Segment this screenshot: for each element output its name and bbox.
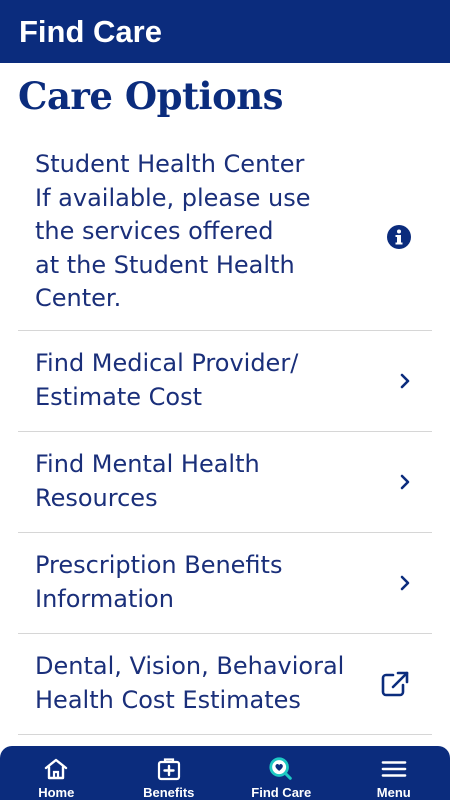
prescription-benefits-item[interactable]: Prescription Benefits Information bbox=[18, 533, 432, 634]
item-label: Dental, Vision, Behavioral Health Cost E… bbox=[35, 652, 345, 714]
item-label: Prescription Benefits Information bbox=[35, 551, 283, 613]
dental-vision-behavioral-item[interactable]: Dental, Vision, Behavioral Health Cost E… bbox=[18, 634, 432, 735]
nav-benefits[interactable]: Benefits bbox=[113, 746, 226, 800]
student-health-center-item[interactable]: Student Health Center If available, plea… bbox=[18, 144, 432, 331]
item-label: Find Medical Provider/ Estimate Cost bbox=[35, 349, 299, 411]
external-link-icon bbox=[380, 670, 410, 698]
nav-find-care[interactable]: Find Care bbox=[225, 746, 338, 800]
find-mental-health-item[interactable]: Find Mental Health Resources bbox=[18, 432, 432, 533]
top-app-bar: Find Care bbox=[0, 0, 450, 63]
app-screen: Find Care Care Options Student Health Ce… bbox=[0, 0, 450, 800]
medical-kit-icon bbox=[156, 756, 182, 782]
nav-label: Benefits bbox=[143, 785, 195, 800]
screen-title: Find Care bbox=[19, 13, 162, 49]
care-options-list: Student Health Center If available, plea… bbox=[18, 144, 432, 735]
hamburger-menu-icon bbox=[381, 756, 407, 782]
search-heart-icon bbox=[268, 756, 294, 782]
chevron-right-icon bbox=[398, 474, 412, 490]
nav-label: Home bbox=[38, 785, 75, 800]
bottom-navigation: Home Benefits Find Care Menu bbox=[0, 746, 450, 800]
nav-label: Menu bbox=[376, 785, 411, 800]
nav-home[interactable]: Home bbox=[0, 746, 113, 800]
section-title: Care Options bbox=[18, 74, 284, 118]
info-icon[interactable] bbox=[386, 224, 412, 250]
home-icon bbox=[43, 756, 69, 782]
item-label: Student Health Center If available, plea… bbox=[35, 150, 311, 312]
chevron-right-icon bbox=[398, 575, 412, 591]
find-medical-provider-item[interactable]: Find Medical Provider/ Estimate Cost bbox=[18, 331, 432, 432]
chevron-right-icon bbox=[398, 373, 412, 389]
nav-menu[interactable]: Menu bbox=[338, 746, 450, 800]
item-label: Find Mental Health Resources bbox=[35, 450, 260, 512]
nav-label: Find Care bbox=[251, 785, 312, 800]
